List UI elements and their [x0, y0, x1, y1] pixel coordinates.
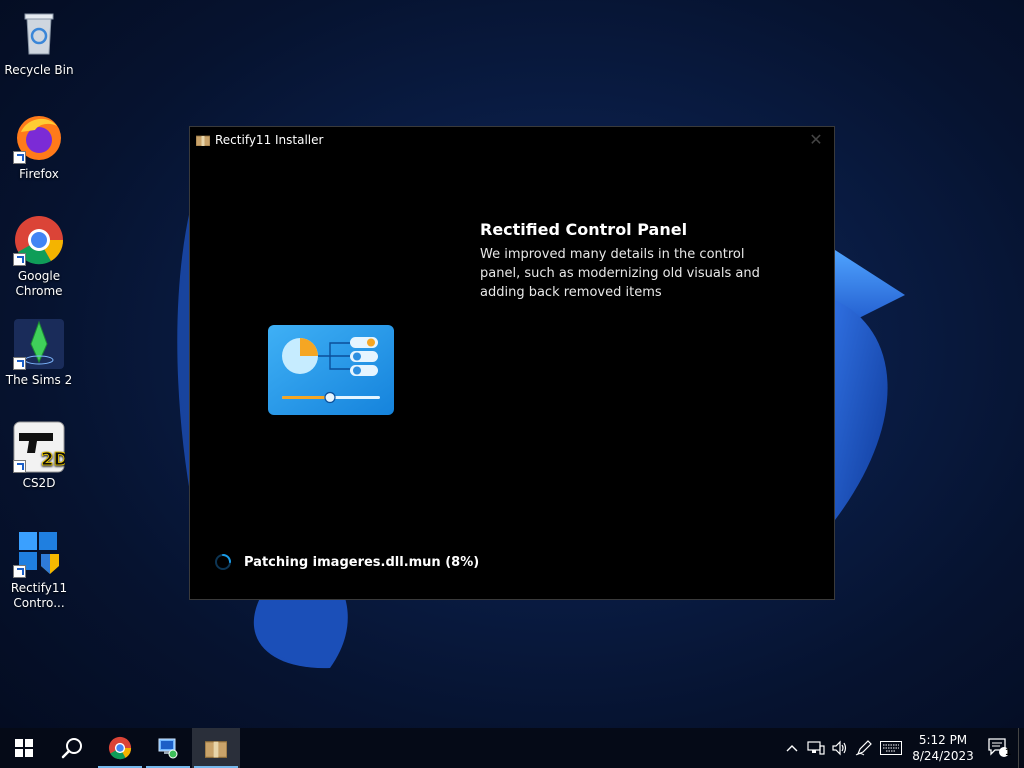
start-button[interactable] [0, 728, 48, 768]
package-icon [196, 135, 210, 146]
windows-start-icon [15, 739, 33, 757]
search-icon [61, 738, 82, 759]
network-button[interactable] [804, 728, 828, 768]
shortcut-arrow-icon [13, 357, 26, 370]
clock-time: 5:12 PM [918, 733, 968, 747]
taskbar-installer[interactable] [192, 728, 240, 768]
volume-icon [832, 740, 847, 756]
keyboard-icon [880, 741, 902, 755]
desktop-icon-chrome[interactable]: Google Chrome [0, 214, 78, 299]
control-panel-icon [158, 738, 178, 759]
install-status: Patching imageres.dll.mun (8%) [214, 553, 479, 571]
pen-icon [855, 740, 872, 756]
notification-count: 1 [1004, 748, 1012, 758]
pen-button[interactable] [852, 728, 876, 768]
feature-description: We improved many details in the control … [480, 247, 760, 300]
clock-date: 8/24/2023 [912, 749, 974, 763]
recycle-bin-icon [24, 13, 54, 55]
volume-button[interactable] [828, 728, 852, 768]
show-desktop-button[interactable] [1018, 728, 1024, 768]
status-text: Patching imageres.dll.mun (8%) [244, 554, 480, 570]
shortcut-arrow-icon [13, 565, 26, 578]
action-center-button[interactable]: 1 [980, 728, 1018, 768]
shortcut-arrow-icon [13, 253, 26, 266]
clock[interactable]: 5:12 PM 8/24/2023 [906, 732, 980, 764]
network-icon [807, 741, 825, 755]
taskbar-control-panel[interactable] [144, 728, 192, 768]
package-icon [205, 741, 227, 758]
system-tray: 5:12 PM 8/24/2023 1 [780, 728, 1024, 768]
chrome-icon [108, 736, 132, 760]
loading-spinner-icon [215, 554, 231, 570]
installer-window: Rectify11 Installer ✕ Rectified Control … [189, 126, 835, 600]
taskbar-chrome[interactable] [96, 728, 144, 768]
window-title: Rectify11 Installer [215, 133, 324, 147]
keyboard-button[interactable] [876, 728, 906, 768]
desktop-icon-recycle-bin[interactable]: Recycle Bin [0, 8, 78, 78]
svg-text:2D: 2D [41, 449, 65, 470]
close-icon: ✕ [809, 130, 823, 149]
desktop-icon-sims-2[interactable]: The Sims 2 [0, 318, 78, 388]
desktop-icon-rectify11-control[interactable]: Rectify11 Contro... [0, 526, 78, 611]
taskbar: 5:12 PM 8/24/2023 1 [0, 728, 1024, 768]
shortcut-arrow-icon [13, 151, 26, 164]
desktop-icon-cs2d[interactable]: 2D CS2D [0, 421, 78, 491]
close-button[interactable]: ✕ [806, 130, 826, 150]
show-hidden-icons-button[interactable] [780, 728, 804, 768]
shortcut-arrow-icon [13, 460, 26, 473]
title-bar[interactable]: Rectify11 Installer ✕ [190, 127, 834, 153]
chevron-up-icon [786, 745, 798, 752]
desktop-icon-firefox[interactable]: Firefox [0, 112, 78, 182]
control-panel-illustration [268, 325, 394, 415]
feature-title: Rectified Control Panel [480, 220, 688, 239]
search-button[interactable] [48, 728, 96, 768]
